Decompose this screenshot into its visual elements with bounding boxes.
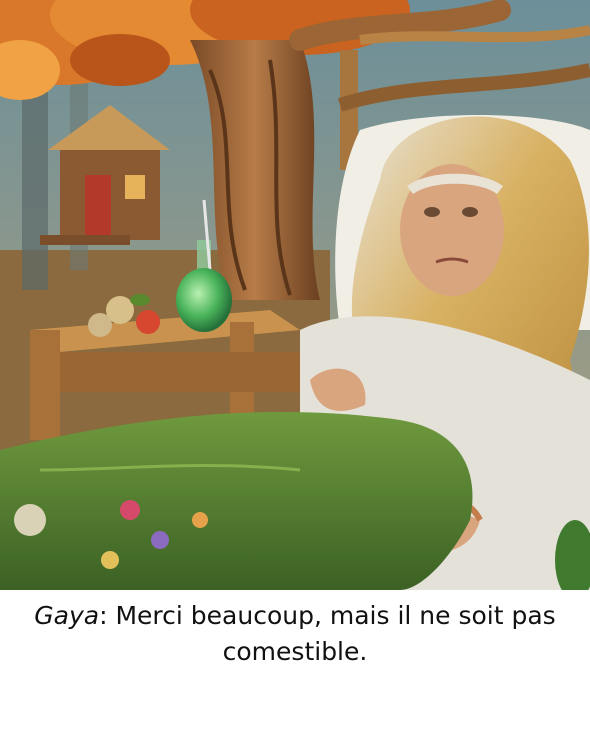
green-blanket-icon <box>0 411 473 590</box>
caption-separator: : <box>99 601 116 630</box>
story-illustration <box>0 0 590 590</box>
speaker-name: Gaya <box>34 601 100 630</box>
dialogue-caption: Gaya: Merci beaucoup, mais il ne soit pa… <box>20 598 570 670</box>
dialogue-line: Merci beaucoup, mais il ne soit pas come… <box>115 601 556 666</box>
